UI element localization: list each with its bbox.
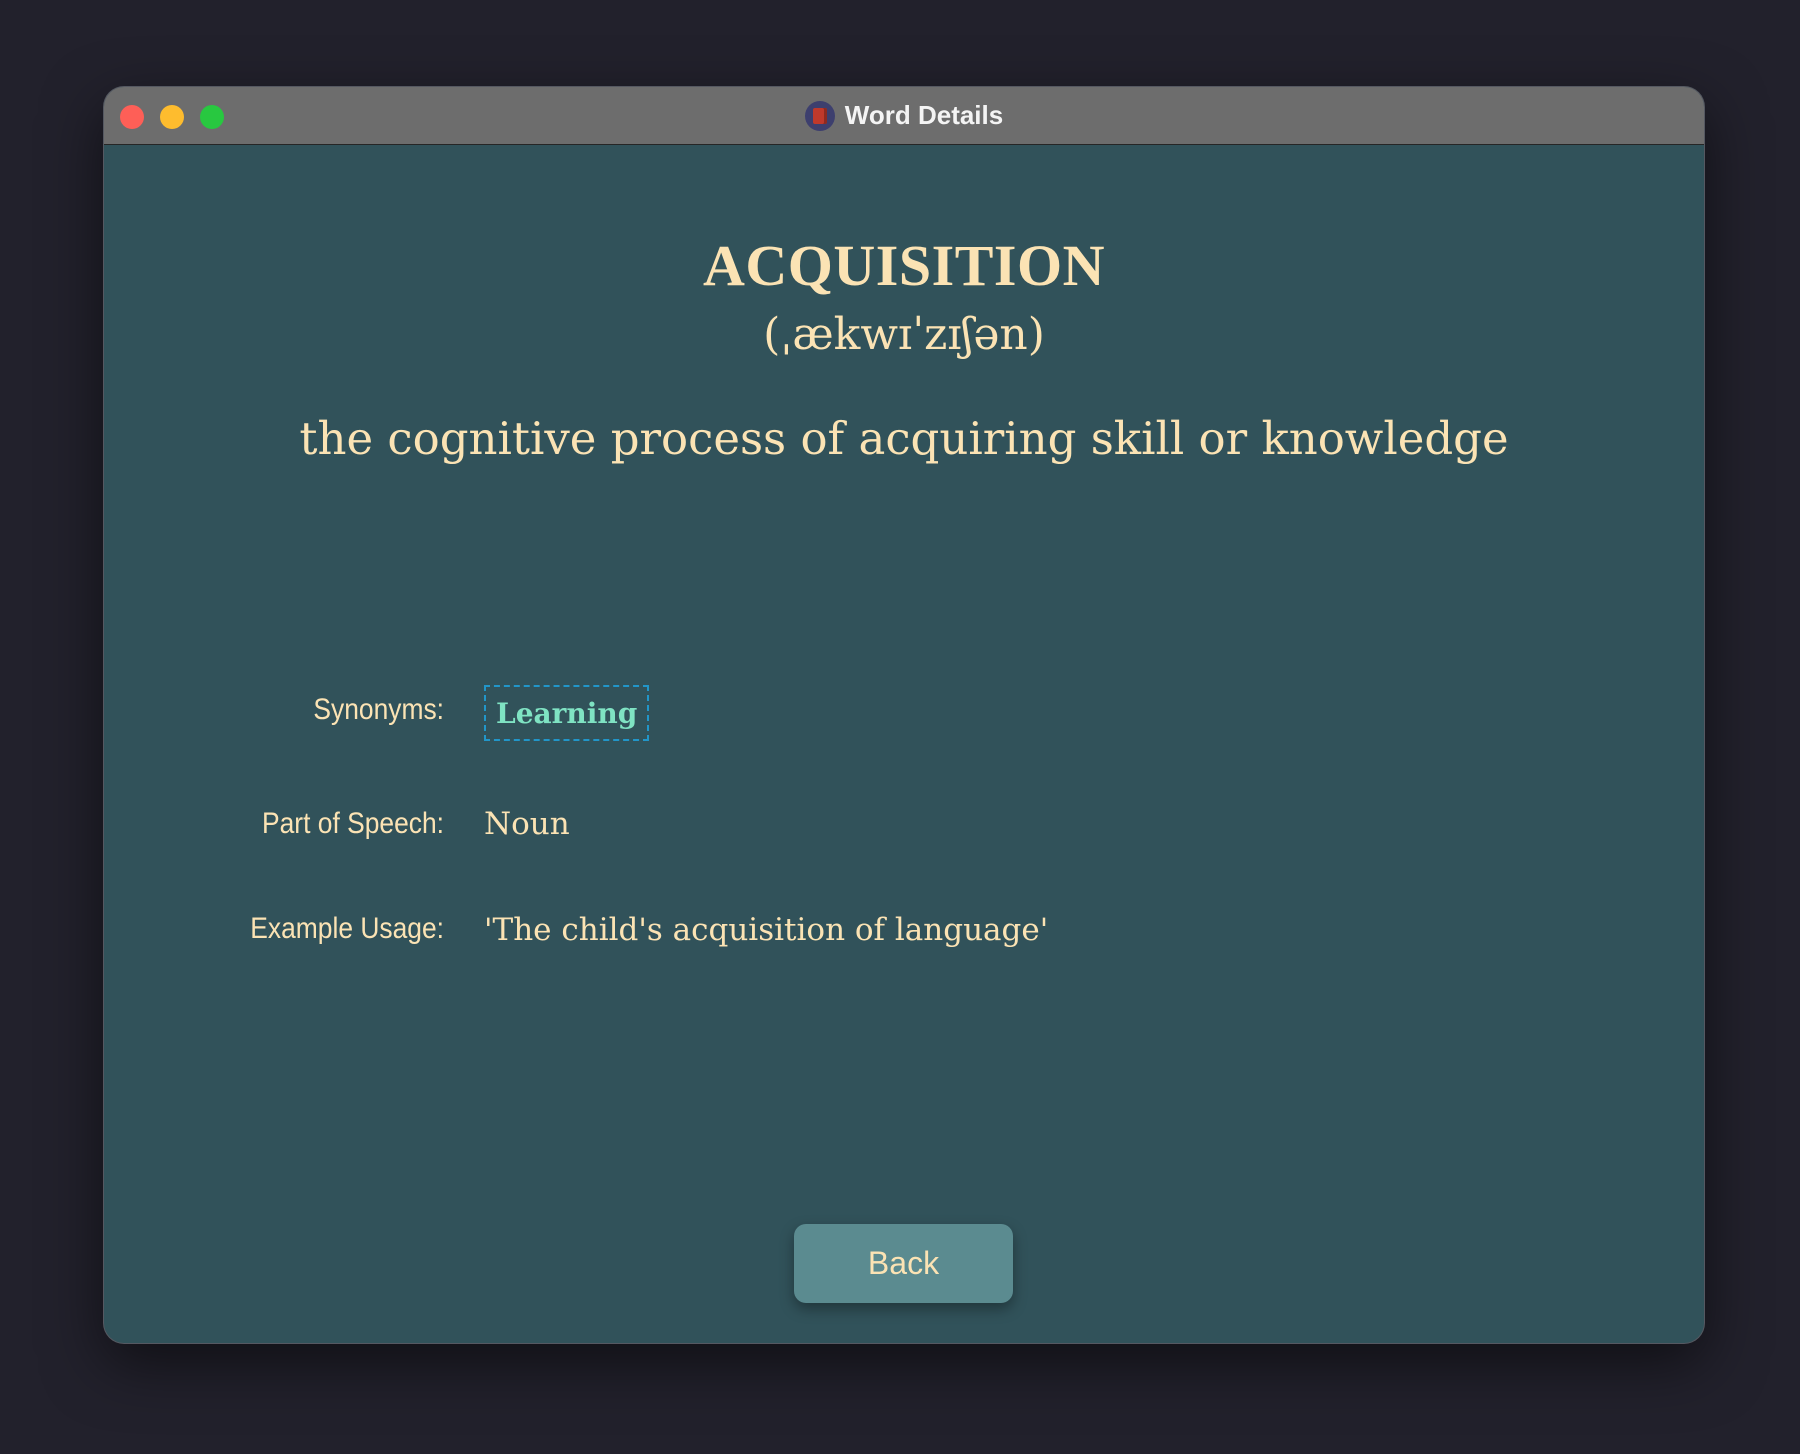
synonym-learning[interactable]: Learning	[484, 685, 650, 741]
back-button[interactable]: Back	[794, 1224, 1013, 1303]
definition: the cognitive process of acquiring skill…	[299, 412, 1509, 465]
word-details-window: Word Details ACQUISITION (ˌækwɪˈzɪʃən) t…	[104, 87, 1704, 1343]
title-wrap: Word Details	[104, 87, 1704, 144]
synonyms-label: Synonyms:	[313, 693, 444, 726]
example-usage-label: Example Usage:	[250, 912, 444, 945]
example-usage-value: 'The child's acquisition of language'	[484, 912, 1049, 948]
window-title: Word Details	[844, 100, 1004, 130]
title-bar[interactable]: Word Details	[104, 87, 1704, 145]
book-icon	[804, 100, 835, 131]
headword: ACQUISITION	[703, 233, 1105, 298]
phonetic-transcription: (ˌækwɪˈzɪʃən)	[763, 309, 1045, 360]
part-of-speech-label: Part of Speech:	[262, 807, 444, 840]
part-of-speech-value: Noun	[484, 806, 570, 842]
